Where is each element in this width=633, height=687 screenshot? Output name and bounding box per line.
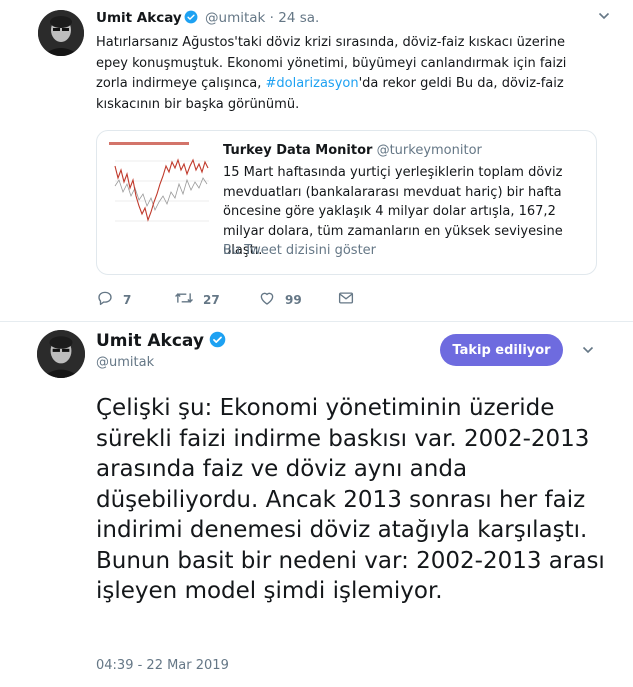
envelope-icon (337, 289, 355, 310)
separator: · (269, 10, 274, 26)
author-handle[interactable]: @umitak (96, 355, 154, 370)
tweet-header: Umit Akcay @umitak · 24 sa. (96, 10, 319, 28)
verified-badge-icon (209, 331, 226, 353)
tweet-text: Hatırlarsanız Ağustos'taki döviz krizi s… (96, 33, 596, 115)
chevron-down-icon[interactable] (597, 8, 611, 27)
quoted-tweet[interactable]: Turkey Data Monitor @turkeymonitor 15 Ma… (96, 130, 597, 275)
quoted-author-name[interactable]: Turkey Data Monitor (223, 143, 372, 158)
quoted-author-handle[interactable]: @turkeymonitor (377, 143, 482, 158)
tweet-timestamp[interactable]: 04:39 - 22 Mar 2019 (96, 658, 229, 673)
avatar[interactable] (37, 330, 85, 378)
direct-message-button[interactable] (337, 289, 355, 310)
tweet-text: Çelişki şu: Ekonomi yönetiminin üzeride … (96, 395, 605, 604)
following-button[interactable]: Takip ediliyor (440, 334, 563, 366)
avatar[interactable] (38, 10, 84, 56)
reply-icon (96, 289, 114, 310)
heart-icon (258, 289, 276, 310)
author-name: Umit Akcay (96, 331, 229, 353)
like-count: 99 (285, 292, 302, 307)
quoted-tweet-header: Turkey Data Monitor @turkeymonitor (223, 143, 482, 158)
quoted-chart-image (105, 136, 213, 236)
hashtag-link[interactable]: #dolarizasyon (266, 76, 359, 91)
show-thread-link[interactable]: Bu Tweet dizisini göster (223, 243, 376, 258)
author-name[interactable]: Umit Akcay (96, 10, 182, 26)
like-button[interactable]: 99 (258, 289, 302, 310)
reply-button[interactable]: 7 (96, 289, 131, 310)
author-handle[interactable]: @umitak (205, 10, 265, 26)
tweet-main: Umit Akcay @umitak Takip ediliyor Çelişk… (0, 322, 633, 687)
verified-badge-icon (184, 10, 198, 28)
retweet-icon (174, 289, 194, 310)
retweet-count: 27 (203, 292, 220, 307)
author-name-text[interactable]: Umit Akcay (96, 331, 204, 351)
retweet-button[interactable]: 27 (174, 289, 220, 310)
tweet-time[interactable]: 24 sa. (278, 10, 319, 26)
tweet-context[interactable]: Umit Akcay @umitak · 24 sa. Hatırlarsanı… (0, 0, 633, 322)
chevron-down-icon[interactable] (581, 342, 595, 361)
reply-count: 7 (123, 292, 132, 307)
tweet-actions: 7 27 99 (96, 289, 396, 309)
